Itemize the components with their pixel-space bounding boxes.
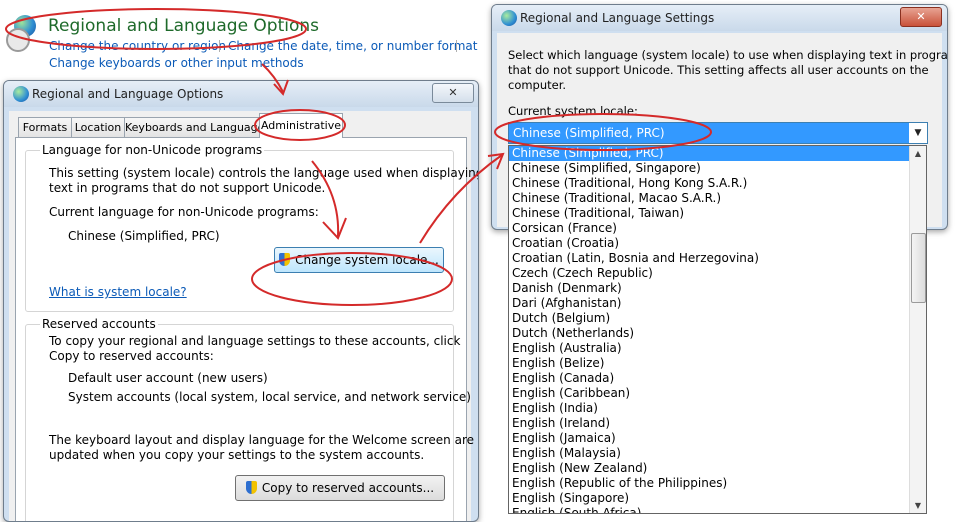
close-button[interactable]: ✕ <box>900 7 942 27</box>
tab-administrative[interactable]: Administrative <box>259 113 343 138</box>
combobox-selected-value: Chinese (Simplified, PRC) <box>509 123 909 143</box>
clock-icon <box>6 28 30 52</box>
list-item[interactable]: English (Caribbean) <box>509 386 912 401</box>
system-locale-combobox[interactable]: Chinese (Simplified, PRC) ▼ <box>508 122 928 144</box>
tab-formats[interactable]: Formats <box>18 117 72 138</box>
current-system-locale-label: Current system locale: <box>508 104 638 118</box>
globe-icon <box>501 10 517 26</box>
current-language-value: Chinese (Simplified, PRC) <box>68 229 220 243</box>
locale-description: computer. <box>508 78 567 92</box>
control-panel-title[interactable]: Regional and Language Options <box>48 16 319 36</box>
dialog1-titlebar: Regional and Language Options ✕ <box>4 81 478 107</box>
tab-location[interactable]: Location <box>71 117 125 138</box>
system-accounts-item: System accounts (local system, local ser… <box>68 390 471 404</box>
welcome-screen-description: The keyboard layout and display language… <box>49 433 474 447</box>
list-item[interactable]: English (Ireland) <box>509 416 912 431</box>
non-unicode-description: text in programs that do not support Uni… <box>49 181 326 195</box>
reserved-description: Copy to reserved accounts: <box>49 349 214 363</box>
reserved-description: To copy your regional and language setti… <box>49 334 461 348</box>
change-system-locale-label: Change system locale... <box>295 253 439 267</box>
globe-icon <box>13 86 29 102</box>
administrative-panel: Language for non-Unicode programs This s… <box>15 137 478 521</box>
current-language-label: Current language for non-Unicode program… <box>49 205 319 219</box>
copy-to-reserved-button[interactable]: Copy to reserved accounts... <box>235 475 445 501</box>
list-item[interactable]: Croatian (Latin, Bosnia and Herzegovina) <box>509 251 912 266</box>
list-item[interactable]: Czech (Czech Republic) <box>509 266 912 281</box>
list-item[interactable]: Chinese (Traditional, Macao S.A.R.) <box>509 191 912 206</box>
reserved-accounts-label: Reserved accounts <box>40 317 158 331</box>
uac-shield-icon <box>279 253 291 266</box>
dialog2-titlebar: Regional and Language Settings ✕ <box>492 5 947 31</box>
chevron-down-icon[interactable]: ▼ <box>909 123 927 143</box>
list-item[interactable]: English (Belize) <box>509 356 912 371</box>
list-item[interactable]: English (Australia) <box>509 341 912 356</box>
locale-dropdown-list[interactable]: Chinese (Simplified, PRC) Chinese (Simpl… <box>508 145 927 514</box>
tab-keyboards-languages[interactable]: Keyboards and Languages <box>124 117 270 138</box>
dropdown-scrollbar[interactable]: ▲ ▼ <box>909 146 926 513</box>
locale-description: that do not support Unicode. This settin… <box>508 63 929 77</box>
link-divider <box>219 40 220 52</box>
list-item[interactable]: English (Canada) <box>509 371 912 386</box>
list-item[interactable]: English (India) <box>509 401 912 416</box>
uac-shield-icon <box>245 481 257 494</box>
scrollbar-thumb[interactable] <box>911 233 926 303</box>
default-user-account-item: Default user account (new users) <box>68 371 268 385</box>
scroll-down-icon[interactable]: ▼ <box>910 498 926 513</box>
list-item[interactable]: Chinese (Simplified, Singapore) <box>509 161 912 176</box>
change-system-locale-button[interactable]: Change system locale... <box>274 247 444 273</box>
link-divider <box>456 40 457 52</box>
list-item[interactable]: Chinese (Traditional, Hong Kong S.A.R.) <box>509 176 912 191</box>
dialog2-title: Regional and Language Settings <box>520 11 715 25</box>
list-item[interactable]: English (Republic of the Philippines) <box>509 476 912 491</box>
change-country-link[interactable]: Change the country or region <box>49 39 226 53</box>
list-item[interactable]: Danish (Denmark) <box>509 281 912 296</box>
list-item[interactable]: Chinese (Simplified, PRC) <box>509 146 912 161</box>
list-item[interactable]: Corsican (France) <box>509 221 912 236</box>
copy-to-reserved-label: Copy to reserved accounts... <box>261 481 435 495</box>
locale-description: Select which language (system locale) to… <box>508 48 948 62</box>
change-date-format-link[interactable]: Change the date, time, or number format <box>228 39 477 53</box>
list-item[interactable]: Dutch (Netherlands) <box>509 326 912 341</box>
dialog1-title: Regional and Language Options <box>32 87 224 101</box>
non-unicode-group-label: Language for non-Unicode programs <box>40 143 265 157</box>
non-unicode-description: This setting (system locale) controls th… <box>49 166 479 180</box>
list-item[interactable]: English (Singapore) <box>509 491 912 506</box>
regional-options-dialog: Regional and Language Options ✕ Formats … <box>3 80 479 522</box>
list-item[interactable]: English (New Zealand) <box>509 461 912 476</box>
what-is-system-locale-link[interactable]: What is system locale? <box>49 285 187 299</box>
list-item[interactable]: Dari (Afghanistan) <box>509 296 912 311</box>
list-item[interactable]: English (Malaysia) <box>509 446 912 461</box>
dialog1-client: Formats Location Keyboards and Languages… <box>9 111 478 521</box>
list-item[interactable]: Chinese (Traditional, Taiwan) <box>509 206 912 221</box>
list-item[interactable]: Croatian (Croatia) <box>509 236 912 251</box>
close-button[interactable]: ✕ <box>432 83 474 103</box>
list-item[interactable]: English (Jamaica) <box>509 431 912 446</box>
change-keyboards-link[interactable]: Change keyboards or other input methods <box>49 56 304 70</box>
scroll-up-icon[interactable]: ▲ <box>910 146 926 161</box>
welcome-screen-description: updated when you copy your settings to t… <box>49 448 425 462</box>
list-item[interactable]: English (South Africa) <box>509 506 912 513</box>
list-item[interactable]: Dutch (Belgium) <box>509 311 912 326</box>
